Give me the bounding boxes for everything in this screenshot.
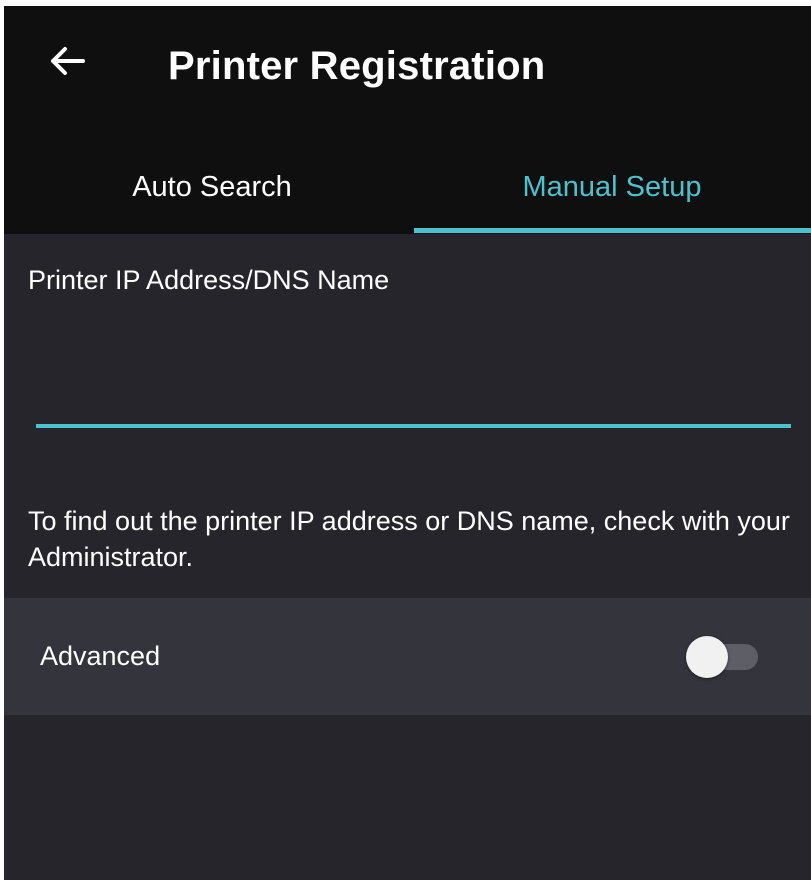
tab-indicator [414, 228, 811, 233]
advanced-row[interactable]: Advanced [4, 598, 811, 715]
printer-registration-screen: Printer Registration Auto Search Manual … [4, 6, 811, 880]
ip-hint-text: To find out the printer IP address or DN… [28, 506, 790, 572]
ip-address-label: Printer IP Address/DNS Name [28, 265, 390, 295]
ip-address-input[interactable] [36, 336, 791, 428]
advanced-toggle[interactable] [686, 636, 762, 678]
page-title: Printer Registration [168, 44, 546, 88]
advanced-label: Advanced [40, 641, 161, 671]
tab-manual-setup[interactable]: Manual Setup [414, 141, 810, 233]
tab-auto-search-label: Auto Search [132, 170, 292, 203]
toggle-thumb [686, 636, 728, 678]
back-button[interactable] [42, 36, 92, 86]
tab-manual-setup-label: Manual Setup [522, 170, 702, 203]
arrow-left-icon [51, 47, 85, 75]
tab-auto-search[interactable]: Auto Search [14, 141, 410, 233]
app-bar: Printer Registration Auto Search Manual … [4, 6, 811, 234]
